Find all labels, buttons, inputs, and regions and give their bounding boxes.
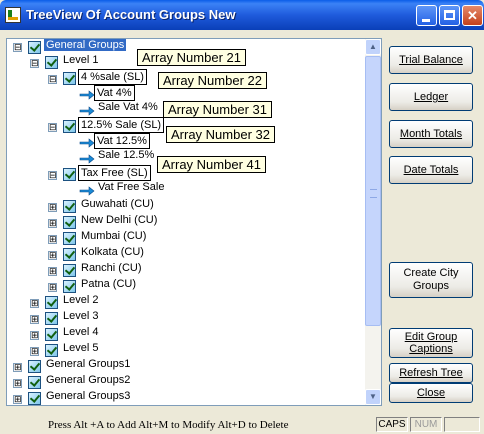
arrow-right-icon — [79, 138, 95, 148]
month-totals-button[interactable]: Month Totals — [389, 120, 473, 148]
status-panel-empty — [444, 417, 480, 432]
caps-indicator: CAPS — [376, 417, 408, 432]
checkbox-icon[interactable] — [45, 56, 58, 69]
node-salevat4[interactable]: Sale Vat 4% — [96, 101, 160, 113]
node-general-groups[interactable]: General Groups — [44, 39, 127, 51]
maximize-button[interactable] — [439, 5, 460, 26]
date-totals-button[interactable]: Date Totals — [389, 156, 473, 184]
close-icon: ✕ — [467, 8, 478, 23]
checkbox-icon[interactable] — [45, 344, 58, 357]
expander-sale4[interactable]: ⊟ — [48, 75, 57, 84]
minimize-button[interactable] — [416, 5, 437, 26]
tooltip-array-41: Array Number 41 — [157, 156, 266, 173]
expander-newdelhi[interactable]: ⊞ — [48, 219, 57, 228]
node-gg3[interactable]: General Groups3 — [44, 390, 132, 402]
node-ranchi[interactable]: Ranchi (CU) — [79, 262, 144, 274]
checkbox-icon[interactable] — [63, 264, 76, 277]
expander-gg2[interactable]: ⊞ — [13, 379, 22, 388]
node-vat125[interactable]: Vat 12.5% — [94, 133, 150, 149]
expander-level3[interactable]: ⊞ — [30, 315, 39, 324]
close-window-button[interactable]: ✕ — [462, 5, 483, 26]
checkbox-icon[interactable] — [63, 232, 76, 245]
node-vat4[interactable]: Vat 4% — [94, 85, 135, 101]
expander-level1[interactable]: ⊟ — [30, 59, 39, 68]
arrow-right-icon — [79, 186, 95, 196]
arrow-right-icon — [79, 154, 95, 164]
expander-guwahati[interactable]: ⊞ — [48, 203, 57, 212]
node-guwahati[interactable]: Guwahati (CU) — [79, 198, 156, 210]
node-gg2[interactable]: General Groups2 — [44, 374, 132, 386]
app-icon — [5, 7, 21, 23]
minimize-icon — [422, 19, 430, 22]
window-title: TreeView Of Account Groups New — [26, 7, 236, 22]
arrow-right-icon — [79, 106, 95, 116]
node-sale125b[interactable]: Sale 12.5% — [96, 149, 156, 161]
num-indicator: NUM — [410, 417, 442, 432]
scroll-thumb[interactable] — [365, 56, 381, 326]
node-sale125[interactable]: 12.5% Sale (SL) — [78, 117, 165, 133]
checkbox-icon[interactable] — [28, 360, 41, 373]
expander-level5[interactable]: ⊞ — [30, 347, 39, 356]
checkbox-icon[interactable] — [63, 72, 76, 85]
arrow-right-icon — [79, 90, 95, 100]
node-level3[interactable]: Level 3 — [61, 310, 100, 322]
expander-kolkata[interactable]: ⊞ — [48, 251, 57, 260]
node-patna[interactable]: Patna (CU) — [79, 278, 138, 290]
expander-level4[interactable]: ⊞ — [30, 331, 39, 340]
node-sale4[interactable]: 4 %sale (SL) — [78, 69, 147, 85]
tooltip-array-31: Array Number 31 — [163, 101, 272, 118]
close-button[interactable]: Close — [389, 383, 473, 403]
refresh-tree-button[interactable]: Refresh Tree — [389, 363, 473, 383]
trial-balance-button[interactable]: Trial Balance — [389, 46, 473, 74]
checkbox-icon[interactable] — [63, 168, 76, 181]
expander-gg1[interactable]: ⊞ — [13, 363, 22, 372]
scroll-up-button[interactable]: ▲ — [365, 39, 381, 55]
scroll-down-button[interactable]: ▼ — [365, 389, 381, 405]
expander-patna[interactable]: ⊞ — [48, 283, 57, 292]
checkbox-icon[interactable] — [45, 312, 58, 325]
status-bar: Press Alt +A to Add Alt+M to Modify Alt+… — [0, 414, 484, 434]
node-level1[interactable]: Level 1 — [61, 54, 100, 66]
grip-icon — [370, 189, 377, 198]
node-taxfree[interactable]: Tax Free (SL) — [78, 165, 151, 181]
maximize-icon — [444, 10, 455, 20]
expander-level2[interactable]: ⊞ — [30, 299, 39, 308]
checkbox-icon[interactable] — [63, 200, 76, 213]
checkbox-icon[interactable] — [63, 280, 76, 293]
edit-group-captions-button[interactable]: Edit Group Captions — [389, 328, 473, 358]
title-bar[interactable]: TreeView Of Account Groups New ✕ — [0, 0, 484, 30]
expander-sale125[interactable]: ⊟ — [48, 123, 57, 132]
checkbox-icon[interactable] — [63, 120, 76, 133]
checkbox-icon[interactable] — [45, 296, 58, 309]
tooltip-array-21: Array Number 21 — [137, 49, 246, 66]
node-kolkata[interactable]: Kolkata (CU) — [79, 246, 146, 258]
checkbox-icon[interactable] — [45, 328, 58, 341]
checkbox-icon[interactable] — [28, 392, 41, 405]
node-level4[interactable]: Level 4 — [61, 326, 100, 338]
tooltip-array-32: Array Number 32 — [166, 126, 275, 143]
expander-ranchi[interactable]: ⊞ — [48, 267, 57, 276]
checkbox-icon[interactable] — [28, 376, 41, 389]
node-gg1[interactable]: General Groups1 — [44, 358, 132, 370]
account-tree-view[interactable]: ⊟ General Groups ⊟ Level 1 ⊟ 4 %sale (SL… — [6, 38, 382, 406]
tooltip-array-22: Array Number 22 — [158, 72, 267, 89]
node-level5[interactable]: Level 5 — [61, 342, 100, 354]
checkbox-icon[interactable] — [63, 248, 76, 261]
node-level2[interactable]: Level 2 — [61, 294, 100, 306]
ledger-button[interactable]: Ledger — [389, 83, 473, 111]
expander-mumbai[interactable]: ⊞ — [48, 235, 57, 244]
status-message: Press Alt +A to Add Alt+M to Modify Alt+… — [48, 419, 289, 431]
expander-general-groups[interactable]: ⊟ — [13, 43, 22, 52]
node-newdelhi[interactable]: New Delhi (CU) — [79, 214, 159, 226]
node-mumbai[interactable]: Mumbai (CU) — [79, 230, 148, 242]
checkbox-icon[interactable] — [28, 41, 41, 54]
create-city-groups-button[interactable]: Create City Groups — [389, 262, 473, 298]
node-vatfreesale[interactable]: Vat Free Sale — [96, 181, 166, 193]
expander-taxfree[interactable]: ⊟ — [48, 171, 57, 180]
checkbox-icon[interactable] — [63, 216, 76, 229]
vertical-scrollbar[interactable]: ▲ ▼ — [365, 39, 381, 405]
expander-gg3[interactable]: ⊞ — [13, 395, 22, 404]
